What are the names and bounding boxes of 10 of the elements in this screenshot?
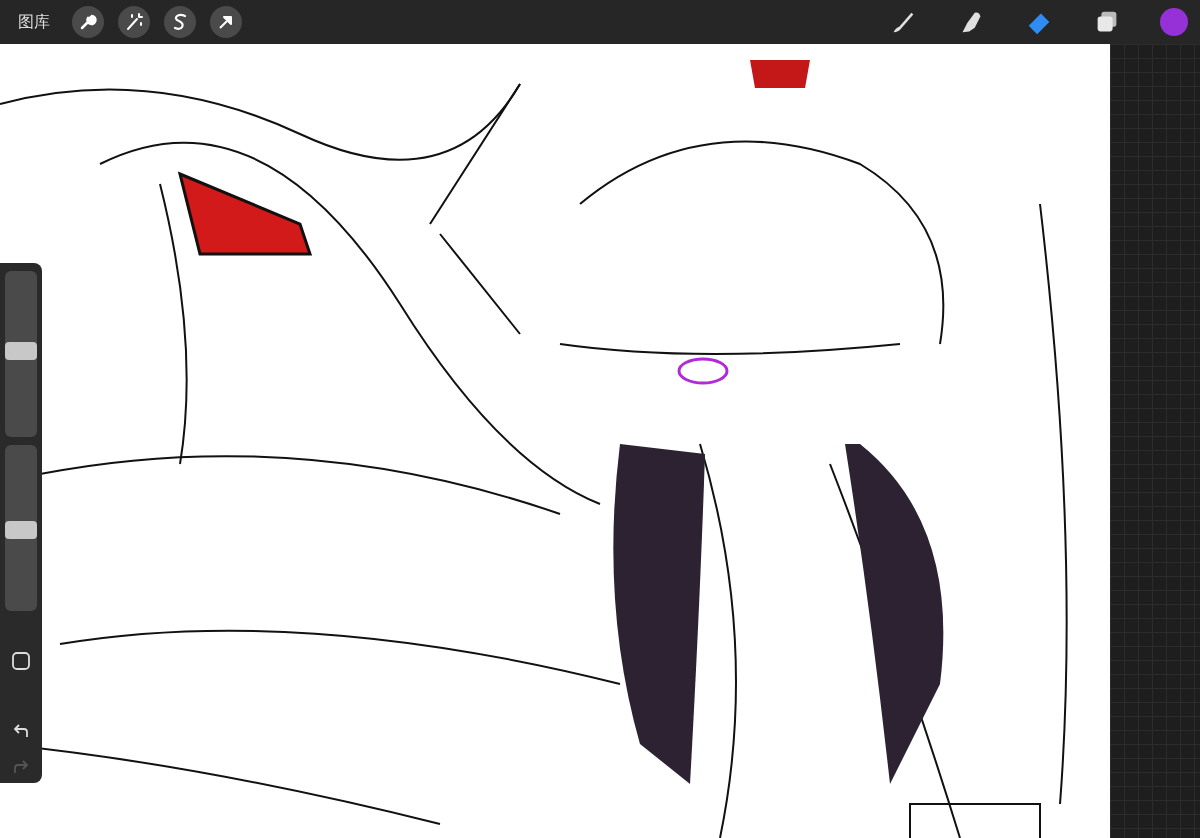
wrench-icon[interactable] bbox=[72, 6, 104, 38]
slider-track[interactable] bbox=[5, 271, 37, 437]
magic-wand-icon[interactable] bbox=[118, 6, 150, 38]
square-icon[interactable] bbox=[11, 651, 31, 671]
slider-thumb[interactable] bbox=[5, 341, 37, 360]
gallery-link[interactable]: 图库 bbox=[18, 11, 50, 33]
slider-thumb[interactable] bbox=[5, 520, 37, 539]
color-swatch[interactable] bbox=[1160, 8, 1188, 36]
slider-track[interactable] bbox=[5, 445, 37, 611]
selection-icon[interactable] bbox=[164, 6, 196, 38]
